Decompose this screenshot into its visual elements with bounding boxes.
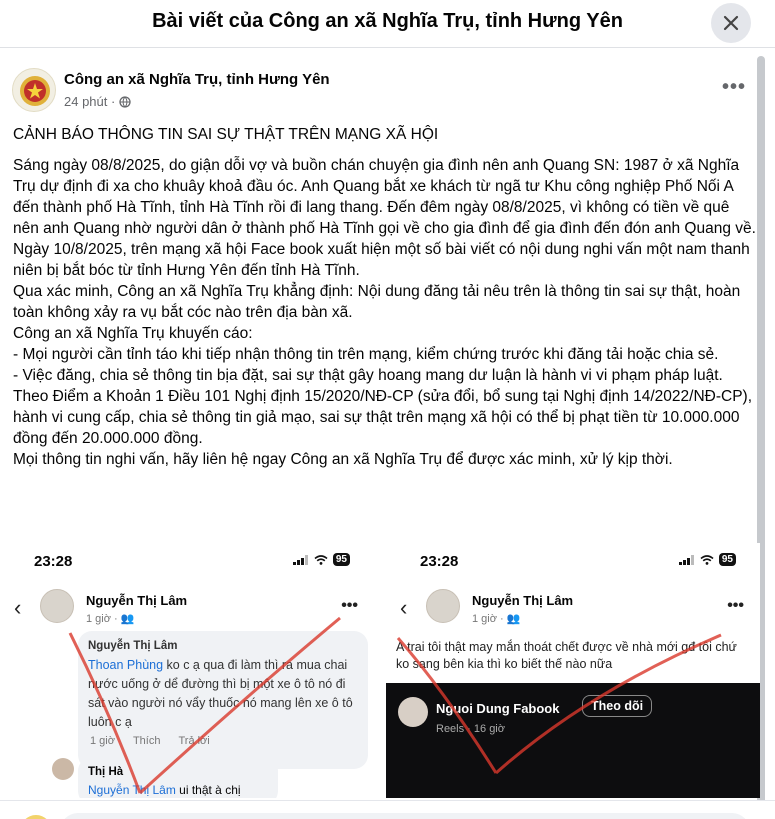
close-button[interactable]: [711, 3, 751, 43]
dialog-header: Bài viết của Công an xã Nghĩa Trụ, tỉnh …: [0, 0, 775, 48]
post-time[interactable]: 24 phút ·: [64, 94, 115, 109]
post-heading: CẢNH BÁO THÔNG TIN SAI SỰ THẬT TRÊN MẠNG…: [13, 126, 439, 143]
globe-icon: [119, 95, 131, 108]
post-paragraph: Công an xã Nghĩa Trụ khuyến cáo:: [13, 325, 253, 342]
red-cross-mark: [68, 616, 341, 795]
post-paragraph: Mọi thông tin nghi vấn, hãy liên hệ ngay…: [13, 451, 673, 468]
comment-composer: [0, 800, 775, 819]
post-options-button[interactable]: •••: [722, 76, 746, 99]
avatar: [20, 815, 52, 819]
page-avatar[interactable]: [12, 68, 56, 112]
post-meta: 24 phút ·: [64, 94, 131, 109]
post-body: CẢNH BÁO THÔNG TIN SAI SỰ THẬT TRÊN MẠNG…: [13, 124, 758, 470]
post-paragraph: Sáng ngày 08/8/2025, do giận dỗi vợ và b…: [13, 157, 756, 279]
dialog-title: Bài viết của Công an xã Nghĩa Trụ, tỉnh …: [152, 10, 623, 32]
post-paragraph: - Việc đăng, chia sẻ thông tin bịa đặt, …: [13, 367, 723, 384]
post-paragraph: Qua xác minh, Công an xã Nghĩa Trụ khẳng…: [13, 283, 741, 321]
post-image-left[interactable]: 23:28 95 ‹ Nguyễn Thị Lâm 1 giờ · 👥 ••• …: [0, 543, 374, 798]
post-paragraph: Theo Điểm a Khoản 1 Điều 101 Nghị định 1…: [13, 388, 753, 447]
red-cross-mark: [396, 633, 722, 775]
post-header: Công an xã Nghĩa Trụ, tỉnh Hưng Yên 24 p…: [12, 66, 752, 114]
comment-input[interactable]: [60, 813, 750, 819]
page-name-link[interactable]: Công an xã Nghĩa Trụ, tỉnh Hưng Yên: [64, 71, 330, 88]
post-paragraph: - Mọi người cần tỉnh táo khi tiếp nhận t…: [13, 346, 719, 363]
close-icon: [723, 15, 739, 31]
post-image-right[interactable]: 23:28 95 ‹ Nguyễn Thị Lâm 1 giờ · 👥 ••• …: [386, 543, 760, 798]
police-emblem-icon: [20, 76, 50, 106]
